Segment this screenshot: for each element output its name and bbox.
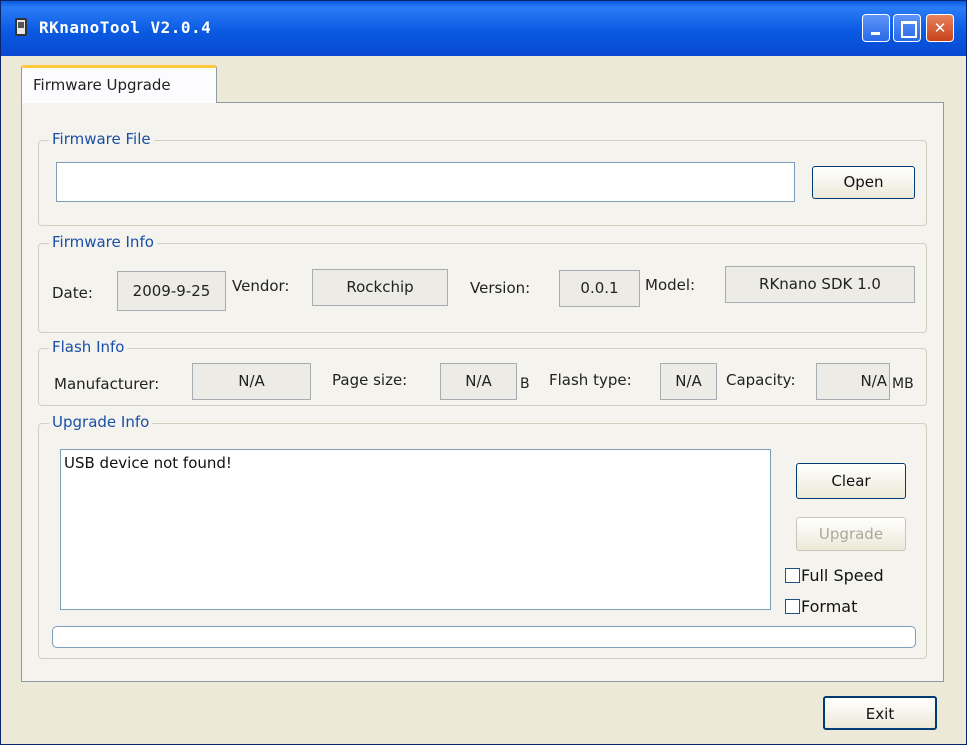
full-speed-checkbox[interactable]: Full Speed	[785, 566, 884, 585]
flash-type-label: Flash type:	[549, 371, 632, 389]
capacity-unit: MB	[892, 376, 914, 392]
full-speed-checkbox-box[interactable]	[785, 568, 800, 583]
page-size-label: Page size:	[332, 371, 408, 389]
page-size-unit: B	[520, 376, 530, 392]
upgrade-log-textarea[interactable]: USB device not found!	[60, 449, 771, 610]
open-button[interactable]: Open	[812, 166, 915, 199]
model-label: Model:	[645, 276, 696, 294]
maximize-button[interactable]	[893, 14, 921, 42]
vendor-value: Rockchip	[312, 269, 448, 306]
tab-firmware-upgrade[interactable]: Firmware Upgrade	[21, 65, 217, 103]
phone-icon	[15, 18, 27, 36]
manufacturer-label: Manufacturer:	[54, 375, 160, 393]
upgrade-button[interactable]: Upgrade	[796, 517, 906, 551]
tab-panel: Firmware File Open Firmware Info Date: 2…	[21, 102, 944, 682]
format-checkbox-box[interactable]	[785, 599, 800, 614]
date-value: 2009-9-25	[117, 271, 226, 311]
vendor-label: Vendor:	[232, 277, 290, 295]
clear-button[interactable]: Clear	[796, 463, 906, 499]
flash-type-value: N/A	[660, 363, 717, 400]
app-window: RKnanoTool V2.0.4 ✕ Firmware Upgrade Fir…	[0, 0, 967, 745]
close-icon: ✕	[933, 19, 947, 37]
capacity-value: N/A	[816, 363, 890, 400]
version-value: 0.0.1	[559, 270, 640, 307]
close-button[interactable]: ✕	[926, 14, 954, 42]
upgrade-progress-bar	[52, 626, 916, 648]
page-size-value: N/A	[440, 363, 517, 400]
flash-info-legend: Flash Info	[49, 338, 128, 356]
firmware-path-input[interactable]	[56, 162, 795, 202]
model-value: RKnano SDK 1.0	[725, 266, 915, 303]
minimize-button[interactable]	[862, 14, 890, 42]
exit-button[interactable]: Exit	[823, 696, 937, 730]
firmware-info-group: Firmware Info Date: 2009-9-25 Vendor: Ro…	[38, 233, 927, 333]
window-title: RKnanoTool V2.0.4	[39, 18, 212, 37]
version-label: Version:	[470, 279, 531, 297]
full-speed-label: Full Speed	[801, 566, 884, 585]
firmware-file-legend: Firmware File	[49, 130, 154, 148]
title-bar[interactable]: RKnanoTool V2.0.4 ✕	[1, 1, 966, 56]
firmware-info-legend: Firmware Info	[49, 233, 157, 251]
capacity-label: Capacity:	[726, 371, 796, 389]
upgrade-info-legend: Upgrade Info	[49, 413, 153, 431]
flash-info-group: Flash Info Manufacturer: N/A Page size: …	[38, 338, 927, 406]
format-label: Format	[801, 597, 858, 616]
manufacturer-value: N/A	[192, 363, 311, 400]
date-label: Date:	[52, 284, 93, 302]
upgrade-info-group: Upgrade Info USB device not found! Clear…	[38, 413, 927, 659]
format-checkbox[interactable]: Format	[785, 597, 857, 616]
firmware-file-group: Firmware File Open	[38, 130, 927, 226]
